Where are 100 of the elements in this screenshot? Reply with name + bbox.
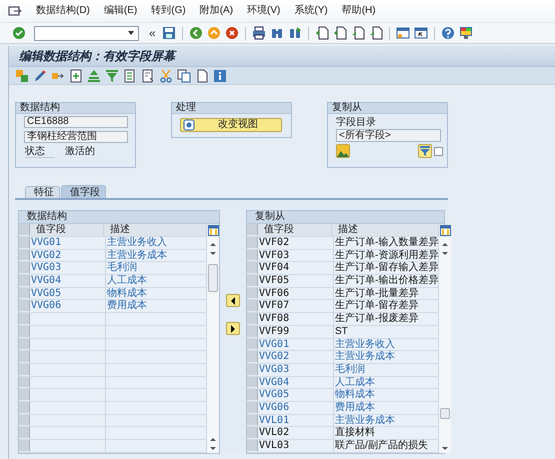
insert-icon[interactable]: [69, 68, 83, 82]
page-icon[interactable]: [332, 26, 347, 40]
menu-item[interactable]: 环境(V): [247, 5, 280, 17]
row-selector[interactable]: [247, 326, 258, 338]
pencil-icon[interactable]: [33, 68, 47, 82]
move-right-button[interactable]: [226, 322, 240, 335]
row-selector[interactable]: [247, 376, 258, 388]
check-icon[interactable]: [12, 26, 26, 40]
row-selector[interactable]: [19, 338, 30, 350]
exit-icon[interactable]: [206, 26, 221, 40]
row-selector[interactable]: [19, 376, 30, 388]
list-icon[interactable]: [141, 68, 155, 82]
row-selector[interactable]: [247, 364, 258, 376]
scroll-up-icon[interactable]: [209, 436, 217, 443]
menu-icon[interactable]: [8, 5, 22, 17]
status-value: 激活的: [65, 146, 95, 158]
scissors-icon[interactable]: [159, 68, 173, 82]
scrollbar[interactable]: [439, 237, 452, 453]
column-header[interactable]: 描述: [104, 224, 207, 236]
row-selector[interactable]: [19, 402, 30, 414]
row-selector[interactable]: [247, 414, 258, 426]
print-icon[interactable]: [252, 26, 266, 40]
page-icon[interactable]: [368, 26, 383, 40]
row-selector[interactable]: [247, 288, 258, 300]
scroll-thumb[interactable]: [440, 408, 450, 419]
scroll-down-icon[interactable]: [209, 250, 217, 257]
row-selector[interactable]: [19, 440, 30, 452]
scroll-down-icon[interactable]: [441, 250, 450, 257]
dropdown-icon[interactable]: [127, 29, 135, 37]
row-selector[interactable]: [19, 300, 30, 312]
filter-button[interactable]: [418, 144, 432, 158]
filter-checkbox[interactable]: [434, 146, 443, 156]
row-selector[interactable]: [19, 250, 30, 262]
scroll-down-icon[interactable]: [209, 444, 217, 452]
list-icon[interactable]: [123, 68, 137, 82]
column-settings-icon[interactable]: [440, 225, 451, 236]
row-selector[interactable]: [19, 364, 30, 376]
page-icon[interactable]: [314, 26, 329, 40]
menu-item[interactable]: 数据结构(D): [36, 5, 90, 17]
table-title: 复制从: [247, 211, 444, 224]
row-selector[interactable]: [247, 440, 258, 452]
menu-item[interactable]: 帮助(H): [342, 5, 376, 17]
row-selector[interactable]: [247, 250, 258, 262]
copy-icon[interactable]: [177, 68, 191, 82]
description-field: 李钢柱经营范围: [24, 131, 128, 143]
cancel-icon[interactable]: [224, 26, 239, 40]
command-field[interactable]: [34, 26, 139, 40]
row-selector[interactable]: [247, 313, 258, 325]
row-selector[interactable]: [247, 389, 258, 401]
catalog-field[interactable]: <所有字段>: [336, 129, 441, 142]
row-selector[interactable]: [19, 326, 30, 338]
row-selector[interactable]: [19, 288, 30, 300]
row-selector[interactable]: [19, 427, 30, 439]
row-selector[interactable]: [19, 275, 30, 287]
back-icon[interactable]: [188, 26, 203, 40]
group-title: 数据结构: [16, 103, 135, 114]
page-icon[interactable]: [350, 26, 365, 40]
row-selector[interactable]: [247, 402, 258, 414]
help-icon[interactable]: [440, 26, 455, 40]
scroll-up-icon[interactable]: [441, 241, 450, 248]
row-selector[interactable]: [247, 300, 258, 312]
select-all-cell[interactable]: [19, 224, 30, 236]
row-selector[interactable]: [19, 262, 30, 274]
menu-item[interactable]: 转到(G): [151, 5, 186, 17]
tab[interactable]: 值字段: [61, 185, 106, 198]
row-selector[interactable]: [247, 237, 258, 249]
move-left-button[interactable]: [226, 294, 240, 307]
row-selector[interactable]: [247, 351, 258, 363]
scrollbar[interactable]: [207, 237, 219, 453]
row-selector[interactable]: [19, 389, 30, 401]
row-selector[interactable]: [19, 351, 30, 363]
window-icon[interactable]: [414, 26, 428, 40]
scroll-up-icon[interactable]: [209, 241, 217, 248]
row-selector[interactable]: [19, 237, 30, 249]
row-selector[interactable]: [247, 427, 258, 439]
change-view-button[interactable]: 改变视图: [180, 118, 282, 132]
landscape-icon: [337, 145, 349, 157]
info-icon[interactable]: [213, 68, 227, 82]
scroll-thumb[interactable]: [208, 264, 218, 292]
landscape-button[interactable]: [336, 144, 350, 158]
row-selector[interactable]: [19, 414, 30, 426]
row-selector[interactable]: [19, 313, 30, 325]
column-header[interactable]: 描述: [332, 224, 440, 236]
menu-item[interactable]: 编辑(E): [104, 5, 138, 17]
menu-item[interactable]: 附加(A): [200, 5, 234, 17]
save-icon[interactable]: [162, 26, 176, 40]
scroll-down-icon[interactable]: [441, 444, 450, 452]
row-selector[interactable]: [247, 262, 258, 274]
column-settings-icon[interactable]: [208, 225, 218, 236]
table-cell: VVG06: [30, 300, 106, 312]
status-label: 状态: [25, 146, 55, 158]
table-cell: VVF04: [258, 262, 334, 274]
tab[interactable]: 特征: [25, 186, 60, 198]
table-cell: VVF99: [258, 326, 334, 338]
select-all-cell[interactable]: [247, 224, 258, 236]
collapse-button[interactable]: «: [147, 26, 158, 40]
menu-item[interactable]: 系统(Y): [294, 5, 328, 17]
row-selector[interactable]: [247, 275, 258, 287]
monitor-icon[interactable]: [458, 26, 473, 40]
row-selector[interactable]: [247, 338, 258, 350]
